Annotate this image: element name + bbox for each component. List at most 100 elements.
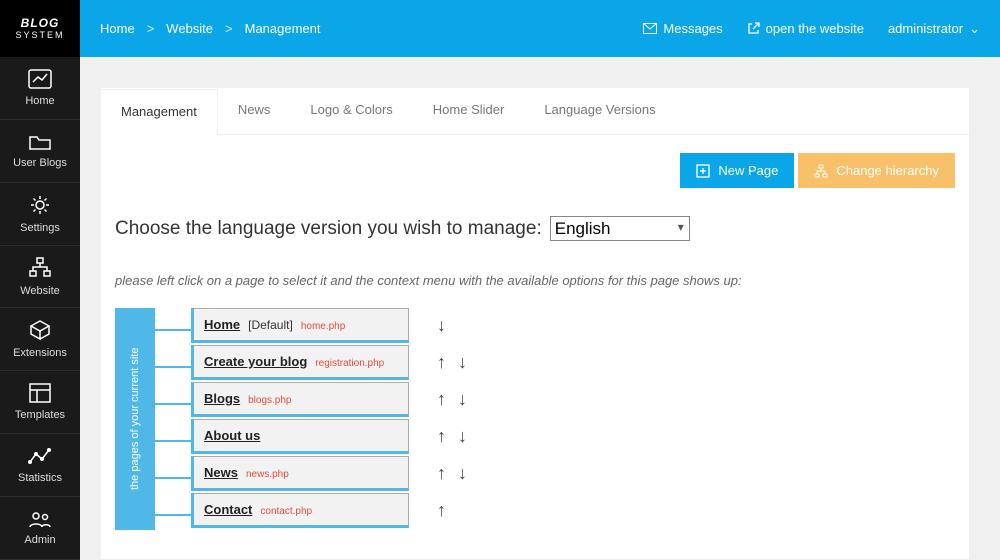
page-row: Contactcontact.php ↑ <box>155 493 467 528</box>
tabs: Management News Logo & Colors Home Slide… <box>101 88 969 135</box>
tab-language-versions[interactable]: Language Versions <box>524 88 675 134</box>
language-select[interactable]: English <box>550 216 690 241</box>
page-box[interactable]: Create your blog registration.php <box>191 345 409 380</box>
page-name: Contact <box>204 502 252 517</box>
move-up-icon[interactable]: ↑ <box>437 352 446 373</box>
page-name: Create your blog <box>204 354 307 369</box>
users-icon <box>28 510 52 528</box>
pages-list: Home [Default] home.php ↓ Create your blog re… <box>155 308 467 530</box>
reorder-arrows: ↑ <box>437 500 446 521</box>
page-file: blogs.php <box>248 395 291 406</box>
move-down-icon[interactable]: ↓ <box>458 426 467 447</box>
page-row: Home [Default] home.php ↓ <box>155 308 467 343</box>
sidebar-item-label: Extensions <box>13 347 67 359</box>
change-hierarchy-label: Change hierarchy <box>836 163 939 178</box>
reorder-arrows: ↓ <box>437 315 446 336</box>
sidebar-item-user-blogs[interactable]: User Blogs <box>0 120 80 183</box>
sidebar-item-label: User Blogs <box>13 157 67 169</box>
user-label: administrator <box>888 21 963 36</box>
page-file: registration.php <box>315 358 384 369</box>
messages-link[interactable]: Messages <box>643 21 722 36</box>
page-box[interactable]: News news.php <box>191 456 409 491</box>
page-file: home.php <box>301 321 345 332</box>
breadcrumb-sep: > <box>147 21 155 36</box>
page-box[interactable]: About us <box>191 419 409 454</box>
cube-icon <box>29 319 51 341</box>
reorder-arrows: ↑↓ <box>437 463 467 484</box>
sidebar-item-admin[interactable]: Admin <box>0 497 80 560</box>
user-menu[interactable]: administrator ⌄ <box>888 21 980 37</box>
page-row: Create your blogregistration.php↑↓ <box>155 345 467 380</box>
mail-icon <box>643 23 657 34</box>
page-name: Blogs <box>204 391 240 406</box>
tree-connector <box>155 395 191 405</box>
tab-management[interactable]: Management <box>100 89 218 135</box>
messages-label: Messages <box>663 21 722 36</box>
folder-icon <box>28 133 52 151</box>
logo: BLOG SYSTEM <box>0 0 80 57</box>
sidebar-item-label: Home <box>25 95 54 107</box>
move-down-icon[interactable]: ↓ <box>437 315 446 336</box>
content-card: Management News Logo & Colors Home Slide… <box>100 87 970 560</box>
page-name: Home <box>204 317 240 332</box>
sidebar-item-templates[interactable]: Templates <box>0 371 80 434</box>
page-box[interactable]: Home [Default] home.php <box>191 308 409 343</box>
page-box[interactable]: Contactcontact.php <box>191 493 409 528</box>
move-up-icon[interactable]: ↑ <box>437 500 446 521</box>
page-row: About us↑↓ <box>155 419 467 454</box>
move-down-icon[interactable]: ↓ <box>458 463 467 484</box>
breadcrumb-item[interactable]: Management <box>245 21 321 36</box>
sidebar: BLOG SYSTEM Home User Blogs Settings Web… <box>0 0 80 560</box>
sidebar-item-label: Admin <box>24 534 55 546</box>
sidebar-item-settings[interactable]: Settings <box>0 183 80 246</box>
open-website-link[interactable]: open the website <box>747 21 864 36</box>
tab-news[interactable]: News <box>218 88 291 134</box>
move-up-icon[interactable]: ↑ <box>437 389 446 410</box>
sidebar-item-label: Statistics <box>18 472 62 484</box>
reorder-arrows: ↑↓ <box>437 352 467 373</box>
external-link-icon <box>747 22 760 35</box>
reorder-arrows: ↑↓ <box>437 426 467 447</box>
page-row: Blogsblogs.php↑↓ <box>155 382 467 417</box>
breadcrumb: Home > Website > Management <box>100 21 321 36</box>
graph-icon <box>28 446 52 466</box>
tree-connector <box>155 432 191 442</box>
move-down-icon[interactable]: ↓ <box>458 389 467 410</box>
change-hierarchy-button[interactable]: Change hierarchy <box>798 153 955 188</box>
gear-icon <box>29 194 51 216</box>
topbar: Home > Website > Management Messages ope… <box>80 0 1000 57</box>
page-file: news.php <box>246 469 289 480</box>
breadcrumb-item[interactable]: Website <box>166 21 213 36</box>
move-up-icon[interactable]: ↑ <box>437 463 446 484</box>
layout-icon <box>29 383 51 403</box>
hint-text: please left click on a page to select it… <box>101 251 969 298</box>
move-up-icon[interactable]: ↑ <box>437 426 446 447</box>
tree-connector <box>155 469 191 479</box>
page-default-tag: [Default] <box>248 318 293 332</box>
breadcrumb-sep: > <box>225 21 233 36</box>
reorder-arrows: ↑↓ <box>437 389 467 410</box>
sidebar-item-label: Website <box>20 285 60 297</box>
page-name: News <box>204 465 238 480</box>
sidebar-item-statistics[interactable]: Statistics <box>0 434 80 497</box>
sidebar-item-home[interactable]: Home <box>0 57 80 120</box>
page-row: Newsnews.php↑↓ <box>155 456 467 491</box>
tab-home-slider[interactable]: Home Slider <box>413 88 525 134</box>
tree-connector <box>155 321 191 331</box>
sidebar-item-website[interactable]: Website <box>0 246 80 309</box>
hierarchy-icon <box>814 164 828 178</box>
page-box[interactable]: Blogs blogs.php <box>191 382 409 417</box>
language-prompt: Choose the language version you wish to … <box>115 218 542 240</box>
logo-line1: BLOG <box>21 16 60 30</box>
tab-logo-colors[interactable]: Logo & Colors <box>290 88 412 134</box>
sidebar-item-label: Templates <box>15 409 65 421</box>
chevron-down-icon: ⌄ <box>969 21 980 37</box>
sidebar-item-label: Settings <box>20 222 60 234</box>
breadcrumb-item[interactable]: Home <box>100 21 135 36</box>
move-down-icon[interactable]: ↓ <box>458 352 467 373</box>
new-page-button[interactable]: New Page <box>680 153 794 188</box>
new-page-label: New Page <box>718 163 778 178</box>
page-name: About us <box>204 428 260 443</box>
open-website-label: open the website <box>766 21 864 36</box>
sidebar-item-extensions[interactable]: Extensions <box>0 308 80 371</box>
